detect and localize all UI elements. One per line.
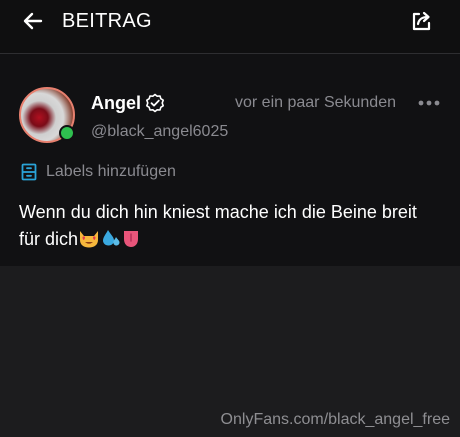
post-text-line-2: für dich: [19, 229, 79, 249]
author-name[interactable]: Angel: [91, 92, 141, 114]
arrow-left-icon: [23, 12, 43, 30]
avatar-container[interactable]: [19, 87, 75, 143]
more-dots-icon: [418, 100, 440, 106]
labels-icon: [21, 163, 37, 181]
add-labels-label: Labels hinzufügen: [46, 163, 176, 180]
tongue-emoji: [124, 231, 139, 247]
more-options-button[interactable]: [416, 92, 442, 114]
sweat-droplets-emoji: [103, 230, 120, 246]
share-button[interactable]: [406, 6, 436, 36]
verified-badge-icon: [146, 93, 164, 113]
back-button[interactable]: [18, 6, 48, 36]
post-text-line-1: Wenn du dich hin kniest mache ich die Be…: [19, 202, 417, 222]
watermark: OnlyFans.com/black_angel_free: [220, 411, 450, 428]
top-bar: BEITRAG: [0, 0, 460, 54]
share-icon: [412, 11, 431, 31]
post-body: Wenn du dich hin kniest mache ich die Be…: [19, 199, 449, 253]
post-screen: BEITRAG Angel vor ein paar Sekunden @bla…: [0, 0, 460, 437]
smiling-cat-heart-eyes-emoji: [80, 231, 99, 248]
post-timestamp: vor ein paar Sekunden: [235, 94, 396, 111]
online-status-indicator: [59, 125, 75, 141]
post-card: Angel vor ein paar Sekunden @black_angel…: [0, 54, 460, 266]
add-labels-button[interactable]: Labels hinzufügen: [20, 161, 176, 183]
author-handle[interactable]: @black_angel6025: [91, 121, 228, 143]
page-title: BEITRAG: [62, 10, 152, 32]
